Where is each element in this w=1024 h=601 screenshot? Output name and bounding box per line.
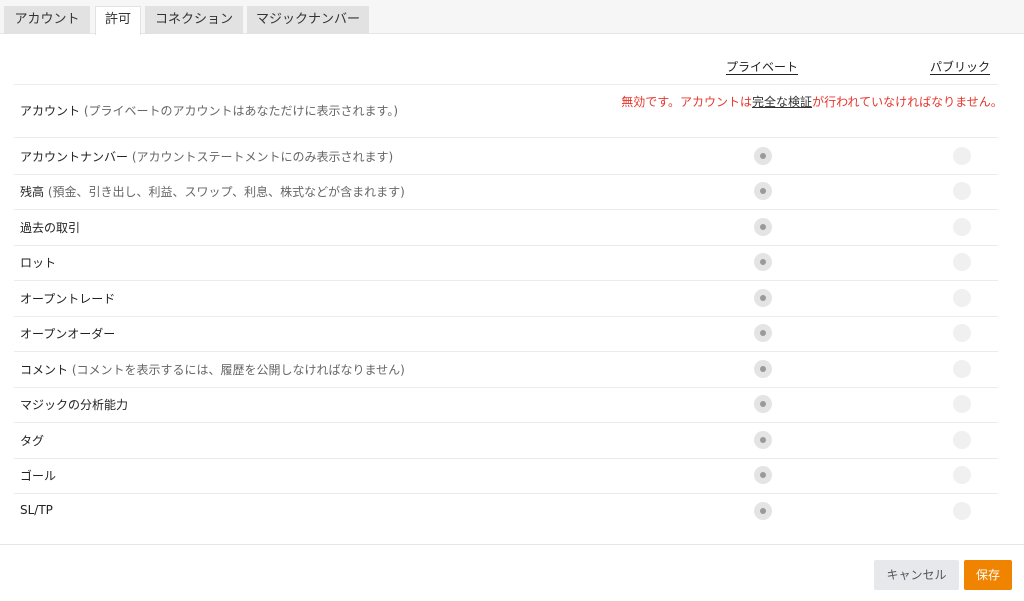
divider <box>14 316 998 317</box>
tab-magic-number[interactable]: マジックナンバー <box>247 6 369 34</box>
verification-warning: 無効です。アカウントは完全な検証が行われていなければなりません。 <box>615 94 1009 111</box>
warning-suffix: が行われていなければなりません。 <box>812 95 1003 109</box>
row-title: 過去の取引 <box>20 220 81 235</box>
public-radio[interactable] <box>953 359 971 378</box>
permission-row-label: タグ <box>20 432 44 449</box>
column-public-header[interactable]: パブリック <box>930 58 990 75</box>
row-title: タグ <box>20 433 45 448</box>
row-title: SL/TP <box>20 502 53 517</box>
divider <box>14 280 998 281</box>
tab-connection[interactable]: コネクション <box>145 6 243 34</box>
public-radio[interactable] <box>953 146 971 165</box>
divider <box>14 209 998 210</box>
row-title: アカウント <box>20 104 81 118</box>
permission-row-label: 過去の取引 <box>20 219 80 236</box>
public-radio[interactable] <box>953 466 971 485</box>
permission-row-label: ゴール <box>20 467 56 484</box>
divider <box>14 84 998 85</box>
public-radio[interactable] <box>953 324 971 343</box>
permission-row-label: オープンオーダー <box>20 325 115 342</box>
divider <box>14 137 998 138</box>
divider <box>14 351 998 352</box>
row-title: 残高 <box>20 185 45 200</box>
private-radio[interactable] <box>754 324 772 343</box>
private-radio[interactable] <box>754 217 772 236</box>
row-note: (アカウントステートメントにのみ表示されます) <box>131 149 394 164</box>
divider <box>14 174 998 175</box>
divider <box>14 493 998 494</box>
row-title: アカウントナンバー <box>20 149 129 164</box>
row-note: (預金、引き出し、利益、スワップ、利息、株式などが含まれます) <box>47 185 405 200</box>
permission-row-label: マジックの分析能力 <box>20 396 128 413</box>
public-radio[interactable] <box>953 395 971 414</box>
full-verification-link[interactable]: 完全な検証 <box>752 95 812 109</box>
permission-row-label: 残高 (預金、引き出し、利益、スワップ、利息、株式などが含まれます) <box>20 183 405 200</box>
divider <box>14 458 998 459</box>
private-radio[interactable] <box>754 501 772 520</box>
footer-divider <box>0 544 1024 545</box>
public-radio[interactable] <box>953 182 971 201</box>
private-radio[interactable] <box>754 466 772 485</box>
row-title: ゴール <box>20 469 57 484</box>
public-radio[interactable] <box>953 288 971 307</box>
public-radio[interactable] <box>953 217 971 236</box>
private-radio[interactable] <box>754 288 772 307</box>
public-radio[interactable] <box>953 430 971 449</box>
tab-account[interactable]: アカウント <box>4 6 90 34</box>
account-row-label: アカウント (プライベートのアカウントはあなただけに表示されます。) <box>20 102 398 119</box>
row-title: マジックの分析能力 <box>20 398 129 413</box>
row-title: オープントレード <box>20 291 116 306</box>
permission-row-label: ロット <box>20 254 56 271</box>
permission-row-label: アカウントナンバー (アカウントステートメントにのみ表示されます) <box>20 148 393 165</box>
divider <box>14 245 998 246</box>
row-note: (コメントを表示するには、履歴を公開しなければなりません) <box>71 362 405 377</box>
warning-prefix: 無効です。アカウントは <box>621 95 753 109</box>
permission-row-label: オープントレード <box>20 290 115 307</box>
private-radio[interactable] <box>754 253 772 272</box>
cancel-button[interactable]: キャンセル <box>874 560 959 590</box>
column-private-header[interactable]: プライベート <box>726 58 798 75</box>
divider <box>14 387 998 388</box>
save-button[interactable]: 保存 <box>964 560 1012 590</box>
private-radio[interactable] <box>754 146 772 165</box>
permission-row-label: SL/TP <box>20 503 53 517</box>
public-radio[interactable] <box>953 253 971 272</box>
private-radio[interactable] <box>754 182 772 201</box>
public-radio[interactable] <box>953 501 971 520</box>
row-title: コメント <box>20 362 69 377</box>
private-radio[interactable] <box>754 359 772 378</box>
tab-permissions[interactable]: 許可 <box>95 6 141 35</box>
row-note: (プライベートのアカウントはあなただけに表示されます。) <box>83 104 399 118</box>
permission-row-label: コメント (コメントを表示するには、履歴を公開しなければなりません) <box>20 361 405 378</box>
divider <box>14 422 998 423</box>
private-radio[interactable] <box>754 430 772 449</box>
row-title: ロット <box>20 256 57 271</box>
row-title: オープンオーダー <box>20 327 116 342</box>
private-radio[interactable] <box>754 395 772 414</box>
tab-bar: アカウント 許可 コネクション マジックナンバー <box>0 0 1024 35</box>
